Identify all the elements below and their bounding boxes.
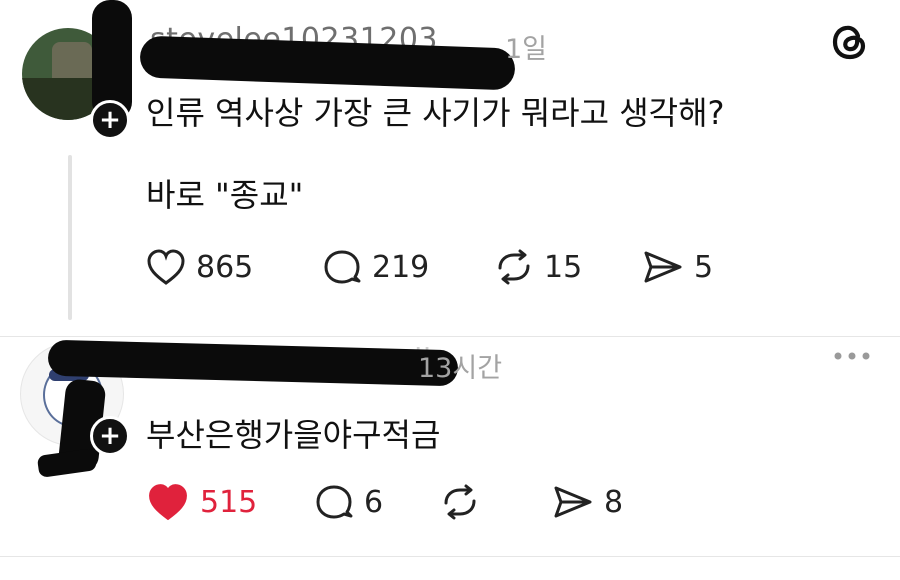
post-actions: 865 219 15 5 (146, 248, 713, 286)
share-count: 8 (604, 484, 624, 520)
redaction-scribble (36, 448, 98, 478)
share-icon (554, 486, 592, 518)
repost-icon (444, 484, 476, 520)
reply-text: 부산은행가을야구적금 (146, 416, 441, 454)
post-body-text: 바로 "종교" (146, 176, 304, 214)
divider (0, 336, 900, 337)
threads-logo-icon[interactable] (830, 22, 870, 66)
repost-icon (498, 249, 530, 285)
comment-count: 219 (372, 249, 430, 285)
follow-plus-icon[interactable]: + (90, 100, 130, 140)
repost-button[interactable] (440, 483, 552, 521)
divider (0, 556, 900, 557)
comment-button[interactable]: 219 (322, 248, 494, 286)
reply-actions: 515 6 8 (146, 482, 623, 522)
redaction-scribble (139, 35, 516, 91)
thread-line (68, 155, 72, 320)
like-button[interactable]: 865 (146, 248, 322, 286)
post-text: 인류 역사상 가장 큰 사기가 뭐라고 생각해? (146, 94, 725, 132)
follow-plus-icon[interactable]: + (90, 416, 130, 456)
like-count: 865 (196, 249, 254, 285)
comment-count: 6 (364, 484, 384, 520)
share-icon (644, 251, 682, 283)
like-count: 515 (200, 484, 258, 520)
comment-icon (324, 250, 361, 284)
repost-button[interactable]: 15 (494, 248, 642, 286)
heart-icon (147, 249, 185, 285)
reply-time: 13시간 (418, 353, 503, 384)
comment-button[interactable]: 6 (314, 483, 440, 521)
post-time: 1일 (505, 34, 548, 65)
share-button[interactable]: 8 (552, 483, 623, 521)
share-button[interactable]: 5 (642, 248, 713, 286)
comment-icon (316, 485, 353, 519)
repost-count: 15 (544, 249, 583, 285)
more-icon[interactable] (832, 346, 872, 370)
heart-icon (149, 484, 187, 521)
share-count: 5 (694, 249, 714, 285)
like-button[interactable]: 515 (146, 482, 314, 522)
